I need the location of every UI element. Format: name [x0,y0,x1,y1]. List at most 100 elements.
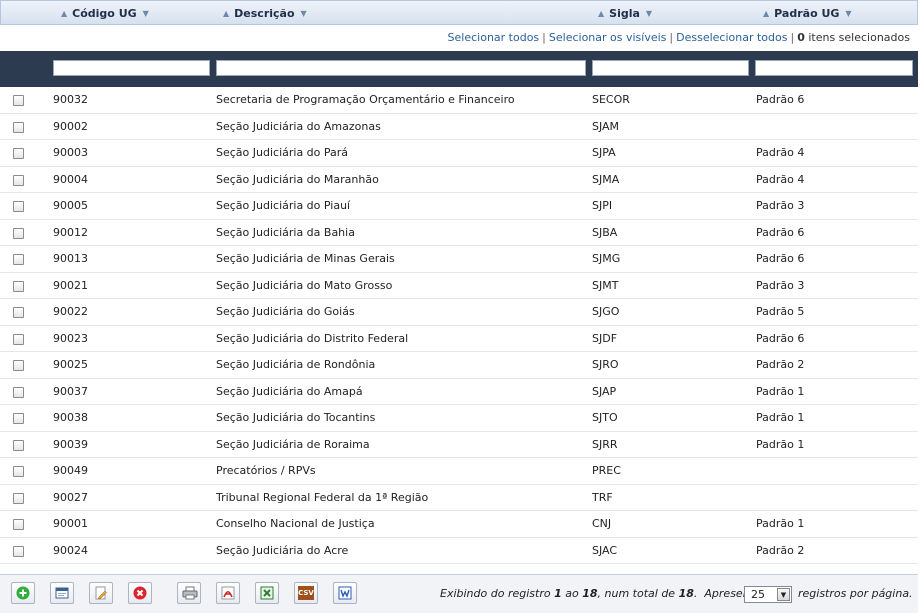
export-word-button[interactable] [333,582,357,604]
cell-descricao: Seção Judiciária da Bahia [216,225,355,239]
table-row[interactable]: 90025 Seção Judiciária de Rondônia SJRO Pad… [0,352,918,379]
cell-descricao: Seção Judiciária do Distrito Federal [216,331,409,345]
cell-padrao: Padrão 6 [756,93,805,106]
row-checkbox[interactable] [13,545,24,557]
table-row[interactable]: 90013 Seção Judiciária de Minas Gerais SJM… [0,246,918,273]
row-checkbox[interactable] [13,333,24,345]
row-checkbox[interactable] [13,280,24,292]
sort-menu-icon[interactable]: ▼ [143,9,149,18]
selection-bar: Selecionar todos | Selecionar os visíveis |… [447,31,910,44]
column-header-sigla[interactable]: ▲ Sigla ▼ [598,1,652,26]
table-row[interactable]: 90022 Seção Judiciária do Goiás SJGO Padrão… [0,299,918,326]
grid-body: 90032 Secretaria de Programação Orçamentá… [0,87,918,564]
select-visible-link[interactable]: Selecionar os visíveis [549,31,667,44]
edit-button[interactable] [89,582,113,604]
sort-menu-icon[interactable]: ▼ [646,9,652,18]
grid-footer: CSV Exibindo do registro 1 ao 18, num to… [0,574,918,613]
row-checkbox[interactable] [13,121,24,133]
export-excel-button[interactable] [255,582,279,604]
row-checkbox[interactable] [13,413,24,424]
cell-codigo: 90038 [53,411,88,424]
row-checkbox[interactable] [13,227,24,239]
column-header-codigo[interactable]: ▲ Código UG ▼ [61,1,149,26]
table-row[interactable]: 90021 Seção Judiciária do Mato Grosso SJMT… [0,273,918,299]
cell-codigo: 90005 [53,199,88,212]
cell-sigla: SJPA [592,146,616,159]
cell-descricao: Seção Judiciária de Roraima [216,437,370,451]
row-checkbox[interactable] [13,386,24,398]
row-checkbox[interactable] [13,492,24,504]
table-row[interactable]: 90023 Seção Judiciária do Distrito Federa… [0,326,918,352]
table-row[interactable]: 90002 Seção Judiciária do Amazonas SJAM [0,114,918,140]
cell-descricao: Seção Judiciária do Maranhão [216,172,379,186]
sort-asc-icon: ▲ [763,9,770,18]
cell-descricao: Conselho Nacional de Justiça [216,517,375,530]
table-row[interactable]: 90004 Seção Judiciária do Maranhão SJMA Pad… [0,167,918,193]
table-row[interactable]: 90038 Seção Judiciária do Tocantins SJTO Pa… [0,405,918,432]
cell-descricao: Tribunal Regional Federal da 1ª Região [216,490,429,504]
cell-padrao: Padrão 1 [756,384,805,398]
row-checkbox[interactable] [13,360,24,371]
cell-sigla: SJRO [592,358,619,371]
column-header-descricao[interactable]: ▲ Descrição ▼ [223,1,307,26]
table-row[interactable]: 90032 Secretaria de Programação Orçamentá… [0,87,918,114]
cell-codigo: 90027 [53,490,88,504]
filter-padrao-input[interactable] [755,60,913,76]
cell-sigla: SJAC [592,543,618,557]
row-checkbox[interactable] [13,148,24,159]
cell-descricao: Seção Judiciária do Amapá [216,384,363,398]
cell-padrao: Padrão 4 [756,146,805,159]
filter-codigo-input[interactable] [53,60,210,76]
cell-padrao: Padrão 2 [756,543,805,557]
table-row[interactable]: 90024 Seção Judiciária do Acre SJAC Padrão … [0,538,918,564]
cell-padrao: Padrão 1 [756,517,805,530]
row-checkbox[interactable] [13,439,24,451]
cell-codigo: 90002 [53,119,88,133]
sort-asc-icon: ▲ [61,9,68,18]
row-checkbox[interactable] [13,174,24,186]
export-csv-button[interactable]: CSV [294,582,318,604]
view-button[interactable] [50,582,74,604]
select-all-link[interactable]: Selecionar todos [448,31,540,44]
table-row[interactable]: 90039 Seção Judiciária de Roraima SJRR Padr… [0,432,918,458]
cell-codigo: 90037 [53,384,88,398]
cell-sigla: SJPI [592,199,613,212]
cell-codigo: 90032 [53,93,88,106]
table-row[interactable]: 90049 Precatórios / RPVs PREC [0,458,918,485]
cell-sigla: SJAP [592,384,617,398]
table-row[interactable]: 90001 Conselho Nacional de Justiça CNJ Padr… [0,511,918,538]
row-checkbox[interactable] [13,201,24,212]
cell-padrao: Padrão 6 [756,225,805,239]
cell-sigla: SJMA [592,172,620,186]
cell-descricao: Seção Judiciária do Amazonas [216,119,381,133]
deselect-all-link[interactable]: Desselecionar todos [676,31,787,44]
row-checkbox[interactable] [13,466,24,477]
cell-codigo: 90013 [53,252,88,265]
dropdown-arrow-icon[interactable]: ▼ [777,588,790,601]
table-row[interactable]: 90005 Seção Judiciária do Piauí SJPI Padrão… [0,193,918,220]
cell-sigla: CNJ [592,517,612,530]
table-row[interactable]: 90003 Seção Judiciária do Pará SJPA Padrão … [0,140,918,167]
cell-sigla: TRF [592,490,613,504]
row-checkbox[interactable] [13,95,24,106]
table-row[interactable]: 90037 Seção Judiciária do Amapá SJAP Padrão… [0,379,918,405]
delete-button[interactable] [128,582,152,604]
table-row[interactable]: 90027 Tribunal Regional Federal da 1ª Reg… [0,485,918,511]
cell-codigo: 90003 [53,146,88,159]
filter-descricao-input[interactable] [216,60,586,76]
sort-menu-icon[interactable]: ▼ [845,9,851,18]
row-checkbox[interactable] [13,307,24,318]
table-row[interactable]: 90012 Seção Judiciária da Bahia SJBA Padrão… [0,220,918,246]
row-checkbox[interactable] [13,519,24,530]
print-button[interactable] [177,582,201,604]
filter-sigla-input[interactable] [592,60,749,76]
cell-codigo: 90022 [53,305,88,318]
export-pdf-button[interactable] [216,582,240,604]
row-checkbox[interactable] [13,254,24,265]
sort-menu-icon[interactable]: ▼ [301,9,307,18]
page-size-select[interactable]: 25 ▼ [744,586,792,603]
column-header-padrao[interactable]: ▲ Padrão UG ▼ [763,1,852,26]
cell-sigla: SJMG [592,252,621,265]
cell-padrao: Padrão 5 [756,305,805,318]
add-button[interactable] [11,582,35,604]
